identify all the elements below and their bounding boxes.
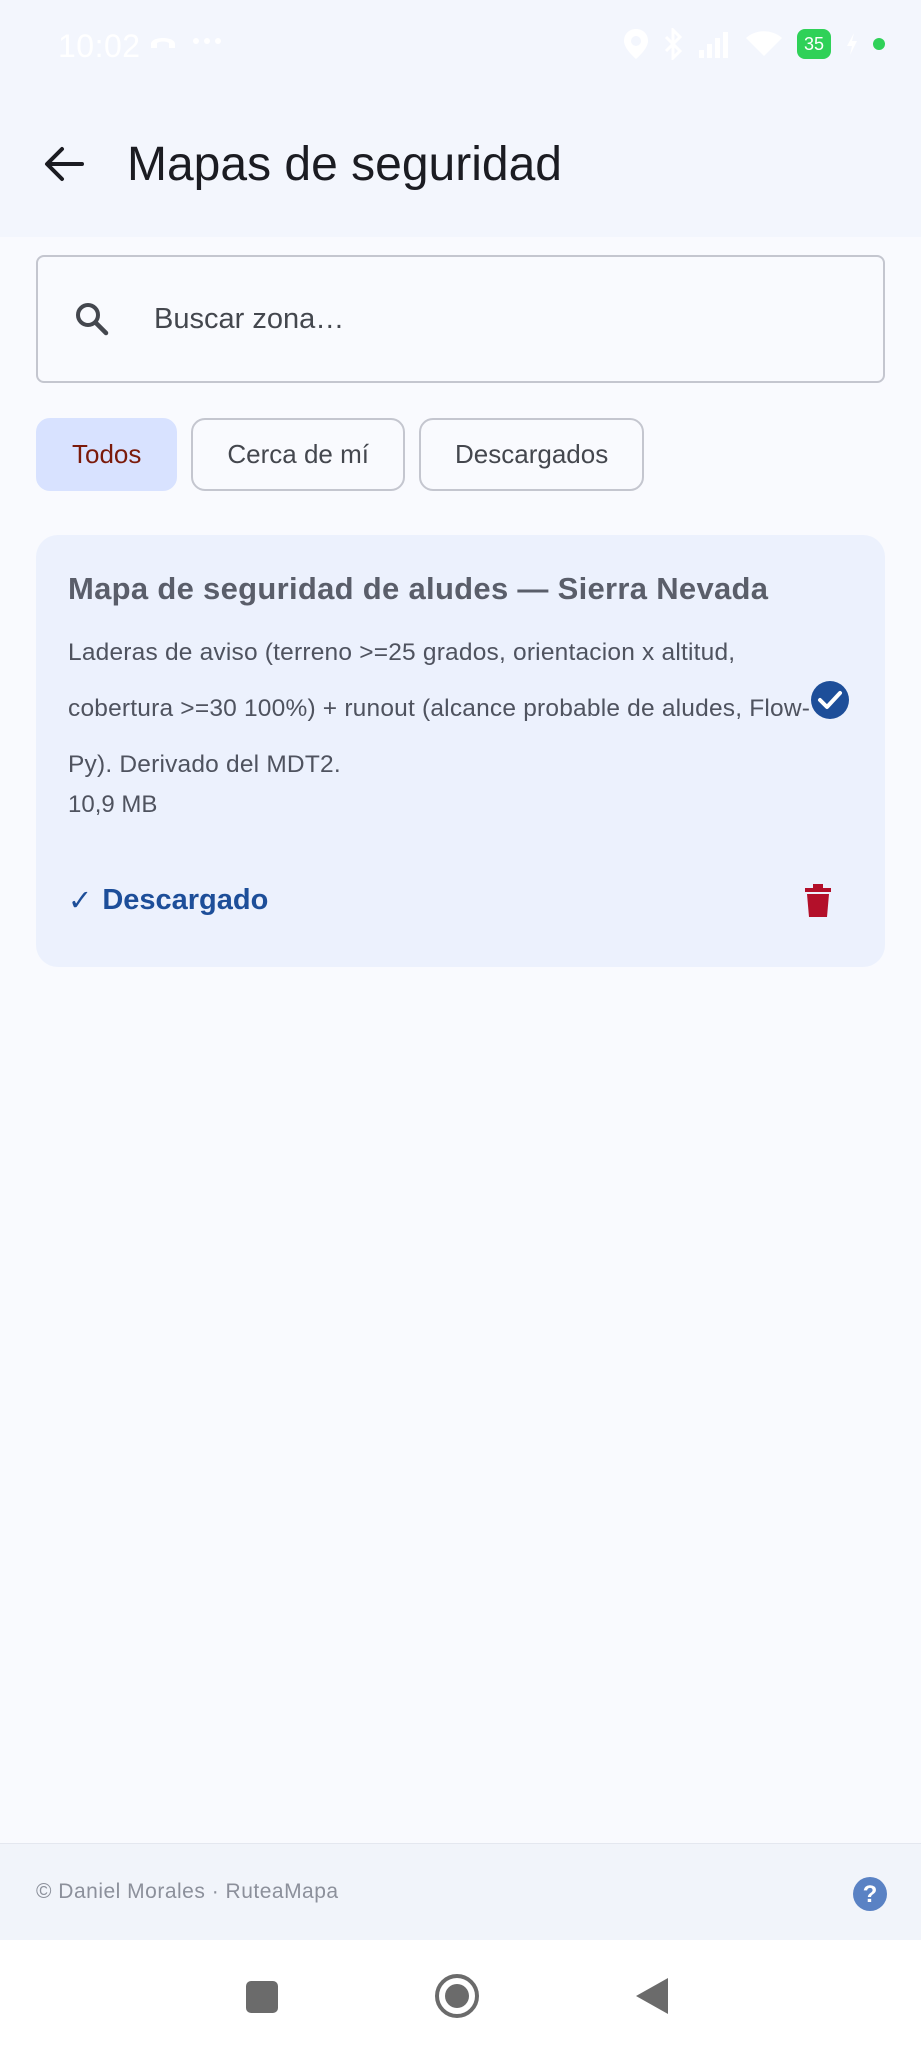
search-input[interactable] <box>154 287 854 351</box>
downloaded-status: ✓ Descargado <box>68 883 268 918</box>
footer-credit: © Daniel Morales · RuteaMapa <box>36 1880 339 1903</box>
wifi-icon <box>746 31 782 56</box>
filter-chips: Todos Cerca de mí Descargados <box>36 418 645 491</box>
svg-text:?: ? <box>863 1881 878 1908</box>
status-bar: 10:02 35 <box>0 0 921 92</box>
more-icon <box>193 38 221 44</box>
map-size: 10,9 MB <box>68 791 158 818</box>
back-button[interactable] <box>38 138 90 190</box>
map-card[interactable]: Mapa de seguridad de aludes — Sierra Nev… <box>36 535 885 967</box>
charging-icon <box>847 33 857 55</box>
home-icon[interactable] <box>434 1973 480 2019</box>
footer: © Daniel Morales · RuteaMapa ? <box>0 1843 921 1940</box>
filter-chip-cerca[interactable]: Cerca de mí <box>191 418 405 491</box>
filter-chip-todos[interactable]: Todos <box>36 418 178 491</box>
battery-level: 35 <box>803 33 825 54</box>
status-left-icons <box>148 30 222 52</box>
app-bar: Mapas de seguridad <box>0 92 921 237</box>
filter-chip-descargados[interactable]: Descargados <box>419 418 645 491</box>
trash-icon <box>805 884 831 917</box>
help-icon[interactable]: ? <box>852 1876 888 1912</box>
map-description: Laderas de aviso (terreno >=25 grados, o… <box>68 639 811 778</box>
status-time: 10:02 <box>58 28 141 64</box>
delete-button[interactable] <box>796 879 840 923</box>
status-right-icons: 35 <box>623 28 885 60</box>
map-title: Mapa de seguridad de aludes — Sierra Nev… <box>68 571 769 606</box>
bluetooth-icon <box>664 28 683 60</box>
battery-indicator: 35 <box>797 29 831 59</box>
location-icon <box>624 29 648 59</box>
call-icon <box>151 38 175 48</box>
signal-icon <box>699 32 728 58</box>
checkmark-icon: ✓ <box>68 885 93 917</box>
privacy-dot <box>873 38 885 50</box>
page-title: Mapas de seguridad <box>127 138 562 191</box>
nav-back-icon[interactable] <box>634 1976 670 2016</box>
search-icon <box>76 303 109 336</box>
search-bar[interactable] <box>36 255 885 383</box>
check-circle-icon <box>811 681 849 719</box>
arrow-back-icon <box>45 147 84 181</box>
recents-icon[interactable] <box>245 1980 279 2014</box>
system-nav-bar <box>0 1940 921 2048</box>
downloaded-label: Descargado <box>102 884 269 916</box>
